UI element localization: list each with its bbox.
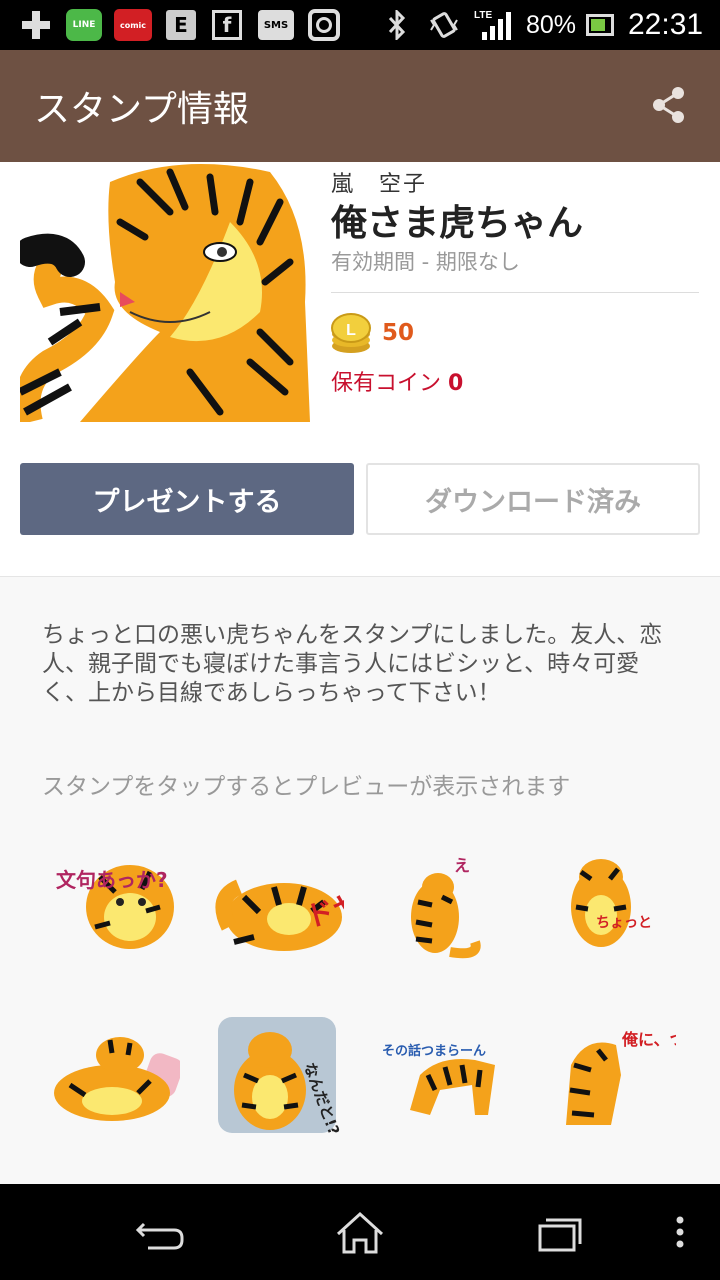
sticker-preview-1[interactable]: 文句あっか? — [50, 847, 180, 967]
sticker-title: 俺さま虎ちゃん — [331, 203, 584, 244]
svg-text:その話つまらーん: その話つまらーん — [382, 1043, 486, 1059]
clock: 22:31 — [628, 8, 704, 41]
svg-text:LTE: LTE — [474, 10, 492, 21]
home-icon[interactable] — [330, 1208, 390, 1258]
svg-text:え: え — [454, 856, 470, 875]
svg-text:L: L — [346, 322, 356, 339]
sticker-preview-3[interactable]: え — [380, 847, 510, 967]
downloaded-button: ダウンロード済み — [366, 463, 700, 535]
line-app-icon: LINE — [66, 9, 102, 41]
signal-icon: LTE — [472, 8, 514, 42]
validity-period: 有効期間 - 期限なし — [331, 250, 520, 274]
owned-coins: 保有コイン 0 — [331, 371, 464, 396]
e-app-icon: E — [166, 10, 196, 40]
divider — [331, 292, 699, 293]
instagram-icon — [308, 9, 340, 41]
facebook-icon: f — [212, 10, 242, 40]
sticker-description: ちょっと口の悪い虎ちゃんをスタンプにしました。友人、恋人、親子間でも寝ぼけた事言… — [42, 622, 663, 706]
app-bar: スタンプ情報 — [0, 50, 720, 162]
share-icon[interactable] — [648, 84, 690, 126]
sticker-preview-7[interactable]: その話つまらーん — [380, 1015, 510, 1135]
sticker-detail: 嵐 空子 俺さま虎ちゃん 有効期間 - 期限なし L 50 保有コイン 0 プレ… — [0, 162, 720, 1184]
vibrate-icon — [428, 8, 460, 42]
preview-hint: スタンプをタップするとプレビューが表示されます — [42, 774, 571, 800]
battery-icon — [586, 14, 614, 36]
svg-text:文句あっか?: 文句あっか? — [56, 868, 168, 892]
sticker-preview-6[interactable]: なんだと!? — [214, 1015, 344, 1137]
sticker-preview-8[interactable]: 俺に、ついてこい!! — [546, 1015, 720, 1135]
sticker-preview-5[interactable] — [50, 1015, 183, 1135]
back-icon[interactable] — [130, 1208, 190, 1258]
sticker-main-image — [20, 162, 310, 422]
status-bar: LINE comic E f SMS LTE 80% 22:31 — [0, 0, 720, 50]
plus-icon — [20, 8, 52, 42]
coin-icon: L — [330, 312, 372, 354]
description-section: ちょっと口の悪い虎ちゃんをスタンプにしました。友人、恋人、親子間でも寝ぼけた事言… — [0, 576, 720, 1184]
comic-app-icon: comic — [114, 9, 152, 41]
svg-text:俺に、ついてこい!!: 俺に、ついてこい!! — [621, 1030, 676, 1049]
page-title: スタンプ情報 — [34, 89, 249, 130]
menu-icon[interactable] — [660, 1208, 700, 1258]
battery-percentage: 80% — [526, 11, 577, 39]
price: 50 — [382, 320, 415, 346]
sticker-preview-4[interactable]: ちょっと — [546, 847, 676, 967]
svg-text:ちょっと: ちょっと — [596, 915, 652, 931]
sticker-preview-2[interactable]: ドヤ — [214, 847, 365, 967]
present-button[interactable]: プレゼントする — [20, 463, 354, 535]
navigation-bar — [0, 1184, 720, 1280]
recent-apps-icon[interactable] — [530, 1208, 590, 1258]
bluetooth-icon — [386, 8, 408, 42]
sms-icon: SMS — [258, 10, 294, 40]
